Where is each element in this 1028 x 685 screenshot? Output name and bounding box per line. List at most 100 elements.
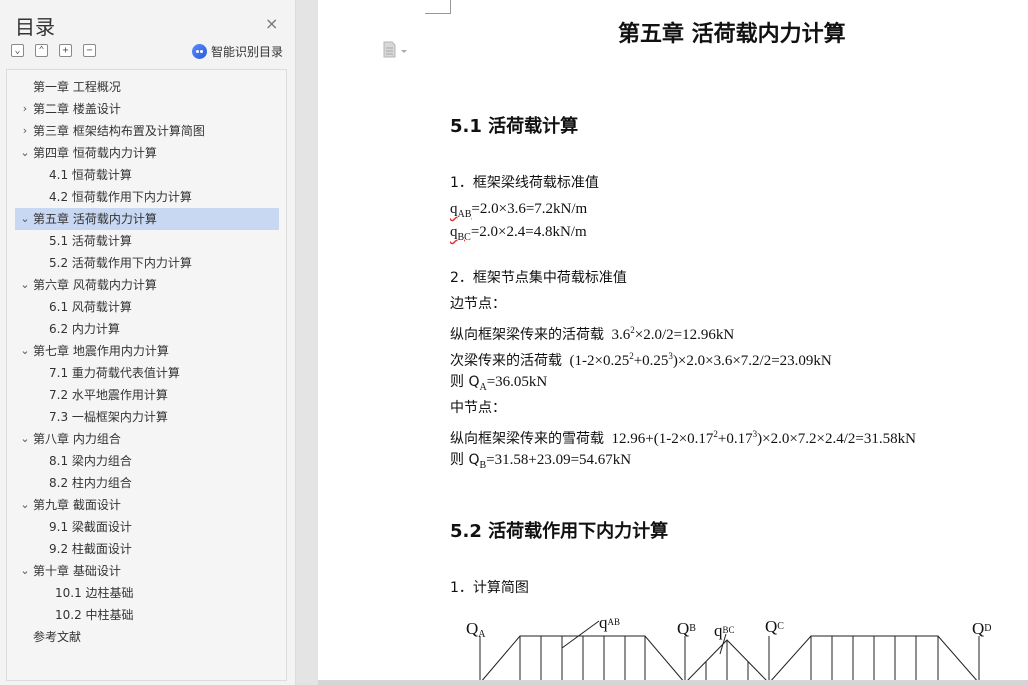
- toc-item[interactable]: 参考文献: [15, 626, 279, 648]
- document-page[interactable]: 第五章 活荷载内力计算 5.1 活荷载计算 1．框架梁线荷载标准值 qAB=2.…: [318, 0, 1028, 685]
- chevron-down-icon[interactable]: ⌄: [19, 208, 31, 230]
- formula-qb: 则 QB=31.58+23.09=54.67kN: [450, 452, 632, 471]
- toc-item[interactable]: 9.2 柱截面设计: [15, 538, 279, 560]
- toc-item[interactable]: ⌄ 第十章 基础设计: [15, 560, 279, 582]
- smart-recognition-icon: [192, 43, 207, 59]
- toc-item-label: 4.1 恒荷载计算: [49, 168, 132, 182]
- toc-item-label: 第七章 地震作用内力计算: [33, 344, 169, 358]
- toc-item-label: 10.2 中柱基础: [55, 608, 134, 622]
- toc-item-label: 第三章 框架结构布置及计算简图: [33, 124, 205, 138]
- toc-item[interactable]: › 第三章 框架结构布置及计算简图: [15, 120, 279, 142]
- toc-item[interactable]: 10.2 中柱基础: [15, 604, 279, 626]
- section-title-5-2: 5.2 活荷载作用下内力计算: [450, 521, 669, 542]
- page-corner-mark: [425, 13, 451, 14]
- formula-qbc: qBC=2.0×2.4=4.8kN/m: [450, 224, 587, 243]
- toc-pane: 目录 × ⌄ ⌃ + − 智能识别目录 第一章 工程概况 › 第二章 楼盖设计 › 第三…: [0, 0, 296, 685]
- chevron-right-icon[interactable]: ›: [19, 98, 31, 120]
- chevron-down-icon[interactable]: ⌄: [19, 340, 31, 362]
- toc-item[interactable]: ⌄ 第六章 风荷载内力计算: [15, 274, 279, 296]
- toc-item[interactable]: 4.1 恒荷载计算: [15, 164, 279, 186]
- formula-edge-longitudinal: 纵向框架梁传来的活荷载 3.62×2.0/2=12.96kN: [450, 325, 735, 343]
- toc-item[interactable]: 8.1 梁内力组合: [15, 450, 279, 472]
- toc-item[interactable]: › 第二章 楼盖设计: [15, 98, 279, 120]
- toc-item-label: 6.1 风荷载计算: [49, 300, 132, 314]
- toc-item-label: 7.3 一榀框架内力计算: [49, 410, 168, 424]
- toc-item-label: 第六章 风荷载内力计算: [33, 278, 157, 292]
- section-title-5-1: 5.1 活荷载计算: [450, 116, 579, 137]
- toc-item[interactable]: 6.2 内力计算: [15, 318, 279, 340]
- toc-pane-title: 目录: [15, 15, 55, 39]
- toc-item[interactable]: 9.1 梁截面设计: [15, 516, 279, 538]
- toc-item[interactable]: 7.1 重力荷载代表值计算: [15, 362, 279, 384]
- toc-item-label: 7.2 水平地震作用计算: [49, 388, 168, 402]
- mid-node-label: 中节点：: [450, 400, 506, 416]
- collapse-all-icon[interactable]: ⌄: [11, 44, 24, 57]
- toc-item-label: 8.1 梁内力组合: [49, 454, 132, 468]
- toc-item[interactable]: 4.2 恒荷载作用下内力计算: [15, 186, 279, 208]
- toc-item[interactable]: 5.1 活荷载计算: [15, 230, 279, 252]
- toc-item[interactable]: 8.2 柱内力组合: [15, 472, 279, 494]
- label-qa: QA: [466, 619, 486, 640]
- page-corner-mark: [450, 0, 451, 14]
- label-qb: QB: [677, 619, 696, 638]
- toc-item-label: 8.2 柱内力组合: [49, 476, 132, 490]
- item-diagram: 1．计算简图: [450, 580, 529, 596]
- smart-toc-button[interactable]: 智能识别目录: [192, 42, 283, 60]
- chevron-down-icon[interactable]: ⌄: [19, 142, 31, 164]
- toc-item[interactable]: ⌄ 第七章 地震作用内力计算: [15, 340, 279, 362]
- smart-toc-label: 智能识别目录: [211, 44, 284, 59]
- formula-mid-longitudinal: 纵向框架梁传来的雪荷载 12.96+(1-2×0.172+0.173)×2.0×…: [450, 429, 916, 447]
- formula-symbol: qBC: [450, 224, 471, 243]
- toc-item-label: 9.1 梁截面设计: [49, 520, 132, 534]
- document-options-icon[interactable]: [382, 41, 410, 59]
- toc-item-label: 参考文献: [33, 630, 82, 644]
- chapter-title: 第五章 活荷载内力计算: [618, 22, 846, 47]
- toc-item[interactable]: 7.2 水平地震作用计算: [15, 384, 279, 406]
- remove-heading-icon[interactable]: −: [83, 44, 96, 57]
- label-qc: QC: [765, 617, 784, 636]
- toc-item-label: 第二章 楼盖设计: [33, 102, 121, 116]
- chevron-down-icon[interactable]: ⌄: [19, 560, 31, 582]
- toc-item-label: 5.2 活荷载作用下内力计算: [49, 256, 192, 270]
- toc-tree: 第一章 工程概况 › 第二章 楼盖设计 › 第三章 框架结构布置及计算简图 ⌄ 第四章 恒荷…: [6, 69, 287, 681]
- toc-item[interactable]: 10.1 边柱基础: [15, 582, 279, 604]
- toc-item-label: 第十章 基础设计: [33, 564, 121, 578]
- toc-item-label: 第四章 恒荷载内力计算: [33, 146, 157, 160]
- horizontal-scrollbar[interactable]: [318, 680, 1028, 685]
- pane-divider[interactable]: [296, 0, 318, 685]
- toc-item-label: 7.1 重力荷载代表值计算: [49, 366, 180, 380]
- toc-item[interactable]: ⌄ 第九章 截面设计: [15, 494, 279, 516]
- toc-item[interactable]: 5.2 活荷载作用下内力计算: [15, 252, 279, 274]
- label-qbc: qBC: [714, 621, 735, 640]
- edge-node-label: 边节点：: [450, 296, 506, 312]
- toc-item[interactable]: 第一章 工程概况: [15, 76, 279, 98]
- toc-item-label: 4.2 恒荷载作用下内力计算: [49, 190, 192, 204]
- toc-item-label: 第一章 工程概况: [33, 80, 121, 94]
- toc-item[interactable]: 7.3 一榀框架内力计算: [15, 406, 279, 428]
- toc-item-label: 6.2 内力计算: [49, 322, 120, 336]
- toc-item-selected[interactable]: ⌄ 第五章 活荷载内力计算: [15, 208, 279, 230]
- toc-item[interactable]: ⌄ 第四章 恒荷载内力计算: [15, 142, 279, 164]
- formula-secondary-beam: 次梁传来的活荷载 (1-2×0.252+0.253)×2.0×3.6×7.2/2…: [450, 351, 832, 369]
- expand-up-icon[interactable]: ⌃: [35, 44, 48, 57]
- toc-item-label: 5.1 活荷载计算: [49, 234, 132, 248]
- load-diagram: QA qAB QB qBC QC QD: [466, 613, 992, 685]
- toc-item[interactable]: ⌄ 第八章 内力组合: [15, 428, 279, 450]
- toc-item-label: 9.2 柱截面设计: [49, 542, 132, 556]
- chevron-down-icon[interactable]: ⌄: [19, 494, 31, 516]
- label-qab: qAB: [599, 613, 620, 632]
- formula-qa: 则 QA=36.05kN: [450, 374, 548, 393]
- formula-symbol: qAB: [450, 201, 472, 220]
- chevron-down-icon[interactable]: ⌄: [19, 428, 31, 450]
- toc-item[interactable]: 6.1 风荷载计算: [15, 296, 279, 318]
- item-beam-load: 1．框架梁线荷载标准值: [450, 175, 599, 191]
- toc-item-label: 10.1 边柱基础: [55, 586, 134, 600]
- close-icon[interactable]: ×: [265, 14, 278, 33]
- chevron-right-icon[interactable]: ›: [19, 120, 31, 142]
- add-heading-icon[interactable]: +: [59, 44, 72, 57]
- chevron-down-icon[interactable]: ⌄: [19, 274, 31, 296]
- toc-item-label: 第五章 活荷载内力计算: [33, 212, 157, 226]
- item-node-load: 2．框架节点集中荷载标准值: [450, 270, 627, 286]
- toc-item-label: 第八章 内力组合: [33, 432, 121, 446]
- toc-item-label: 第九章 截面设计: [33, 498, 121, 512]
